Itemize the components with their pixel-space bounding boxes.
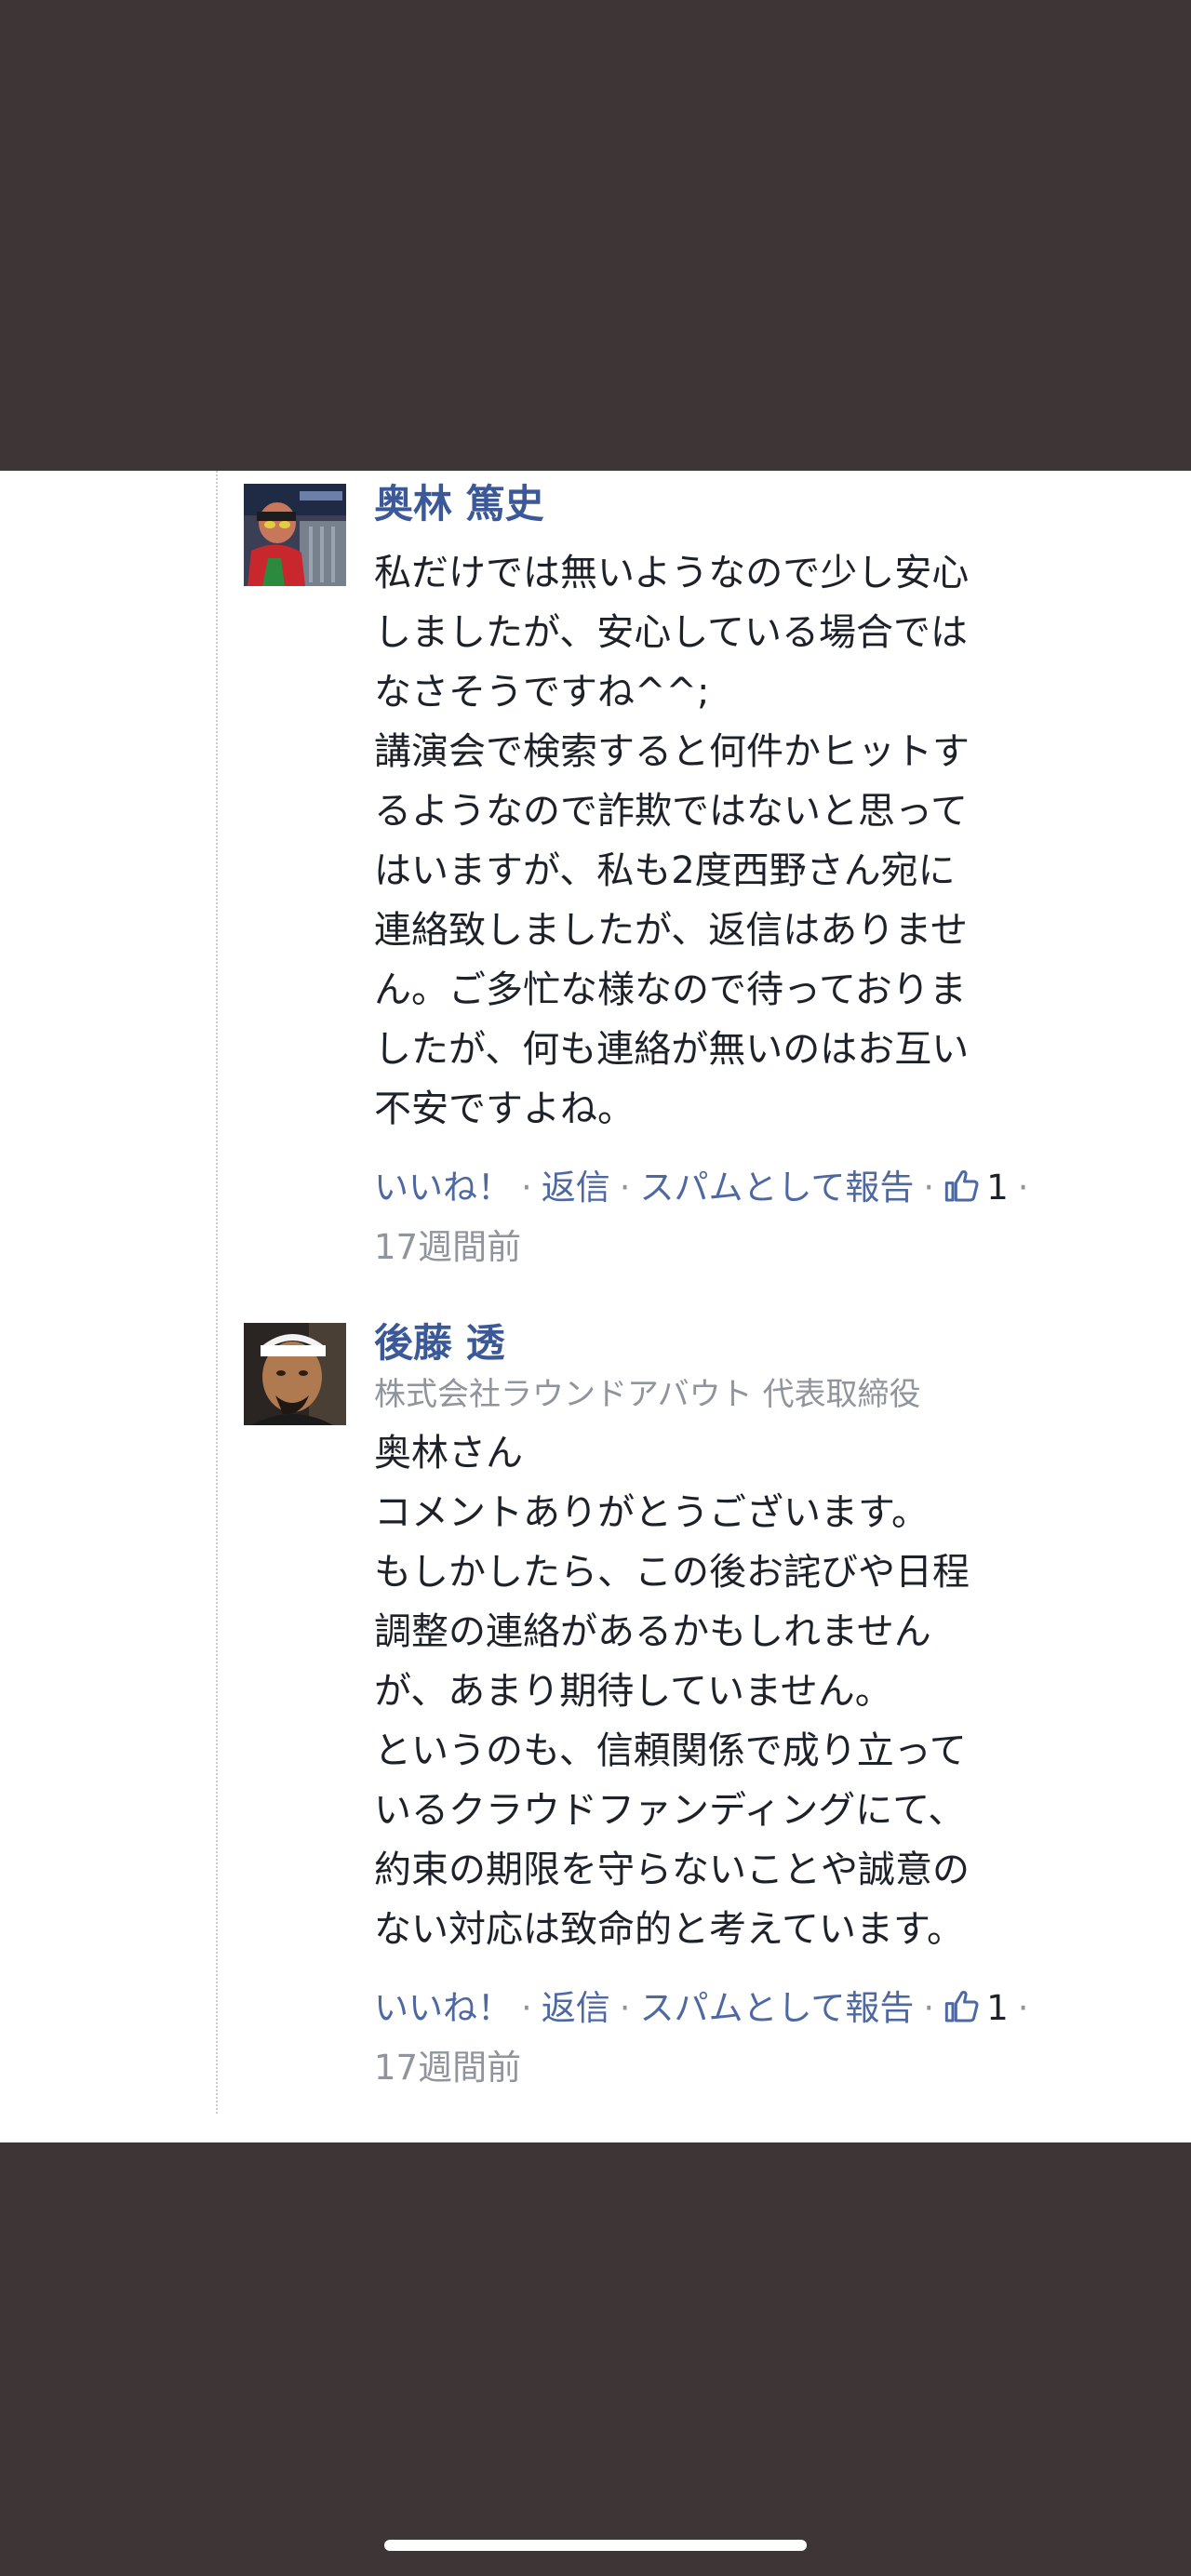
comment-actions: いいね！ · 返信 · スパムとして報告 · 1 · 17週間前 xyxy=(374,1161,1191,1275)
separator: · xyxy=(923,1168,935,1208)
thumbs-up-icon[interactable] xyxy=(943,1167,981,1221)
separator: · xyxy=(521,1988,532,2028)
like-link[interactable]: いいね！ xyxy=(374,1988,512,2028)
reply-link[interactable]: 返信 xyxy=(542,1168,610,1208)
separator: · xyxy=(521,1168,532,1208)
comment-text: 私だけでは無いようなので少し安心 しましたが、安心している場合では なさそうです… xyxy=(374,543,1191,1139)
like-link[interactable]: いいね！ xyxy=(374,1168,512,1208)
avatar-photo-icon[interactable] xyxy=(244,1323,346,1425)
reply-link[interactable]: 返信 xyxy=(542,1988,610,2028)
like-count: 1 xyxy=(986,1988,1009,2028)
home-indicator[interactable] xyxy=(384,2540,807,2551)
separator: · xyxy=(923,1988,935,2028)
comment-line: 連絡致しましたが、返信はありませ xyxy=(374,909,968,952)
comment-line: 調整の連絡があるかもしれません xyxy=(374,1610,931,1653)
comment-line: 不安ですよね。 xyxy=(374,1088,635,1130)
comment-line: しましたが、安心している場合では xyxy=(374,611,968,654)
comment-line: 私だけでは無いようなので少し安心 xyxy=(374,552,970,594)
comment-line: したが、何も連絡が無いのはお互い xyxy=(374,1028,970,1071)
comment-line: いるクラウドファンディングにて、 xyxy=(374,1789,966,1832)
comment-time[interactable]: 17週間前 xyxy=(374,1221,1191,1275)
report-spam-link[interactable]: スパムとして報告 xyxy=(640,1988,915,2028)
comment-line: なさそうですね^^; xyxy=(374,671,710,714)
thumbs-up-icon[interactable] xyxy=(943,1987,981,2041)
comment-line: 講演会で検索すると何件かヒットす xyxy=(374,730,970,773)
comment-line: ん。ご多忙な様なので待っておりま xyxy=(374,968,967,1011)
comment-actions: いいね！ · 返信 · スパムとして報告 · 1 · 17週間前 xyxy=(374,1982,1191,2095)
avatar-photo-icon[interactable] xyxy=(244,484,346,586)
separator: · xyxy=(1017,1168,1029,1208)
comment-line: もしかしたら、この後お詫びや日程 xyxy=(374,1551,970,1594)
comment-text: 奥林さん コメントありがとうございます。 もしかしたら、この後お詫びや日程 調整… xyxy=(374,1423,1191,1959)
comment-line: るようなので詐欺ではないと思って xyxy=(374,790,968,833)
comment-line: 約束の期限を守らないことや誠意の xyxy=(374,1849,970,1891)
comment-body: 奥林 篤史 私だけでは無いようなので少し安心 しましたが、安心している場合では … xyxy=(374,478,1191,1275)
separator: · xyxy=(619,1988,631,2028)
comment-time[interactable]: 17週間前 xyxy=(374,2041,1191,2095)
report-spam-link[interactable]: スパムとして報告 xyxy=(640,1168,915,1208)
thread-line xyxy=(216,471,218,2114)
comment-author[interactable]: 後藤 透 xyxy=(374,1317,1191,1369)
comment-thread-panel: 奥林 篤史 私だけでは無いようなので少し安心 しましたが、安心している場合では … xyxy=(0,471,1191,2142)
comment-line: コメントありがとうございます。 xyxy=(374,1491,929,1534)
comment-line: 奥林さん xyxy=(374,1432,523,1475)
like-count: 1 xyxy=(986,1168,1009,1208)
comment-line: というのも、信頼関係で成り立って xyxy=(374,1729,967,1772)
separator: · xyxy=(1017,1988,1029,2028)
separator: · xyxy=(619,1168,631,1208)
comment-line: ない対応は致命的と考えています。 xyxy=(374,1908,964,1951)
screen: 奥林 篤史 私だけでは無いようなので少し安心 しましたが、安心している場合では … xyxy=(0,0,1191,2576)
comment-author[interactable]: 奥林 篤史 xyxy=(374,478,1191,530)
comment-line: はいますが、私も2度西野さん宛に xyxy=(374,849,956,892)
comment-line: が、あまり期待していません。 xyxy=(374,1670,892,1713)
comment-body: 後藤 透 株式会社ラウンドアバウト 代表取締役 奥林さん コメントありがとうござ… xyxy=(374,1317,1191,2095)
author-affiliation: 株式会社ラウンドアバウト 代表取締役 xyxy=(374,1376,921,1413)
